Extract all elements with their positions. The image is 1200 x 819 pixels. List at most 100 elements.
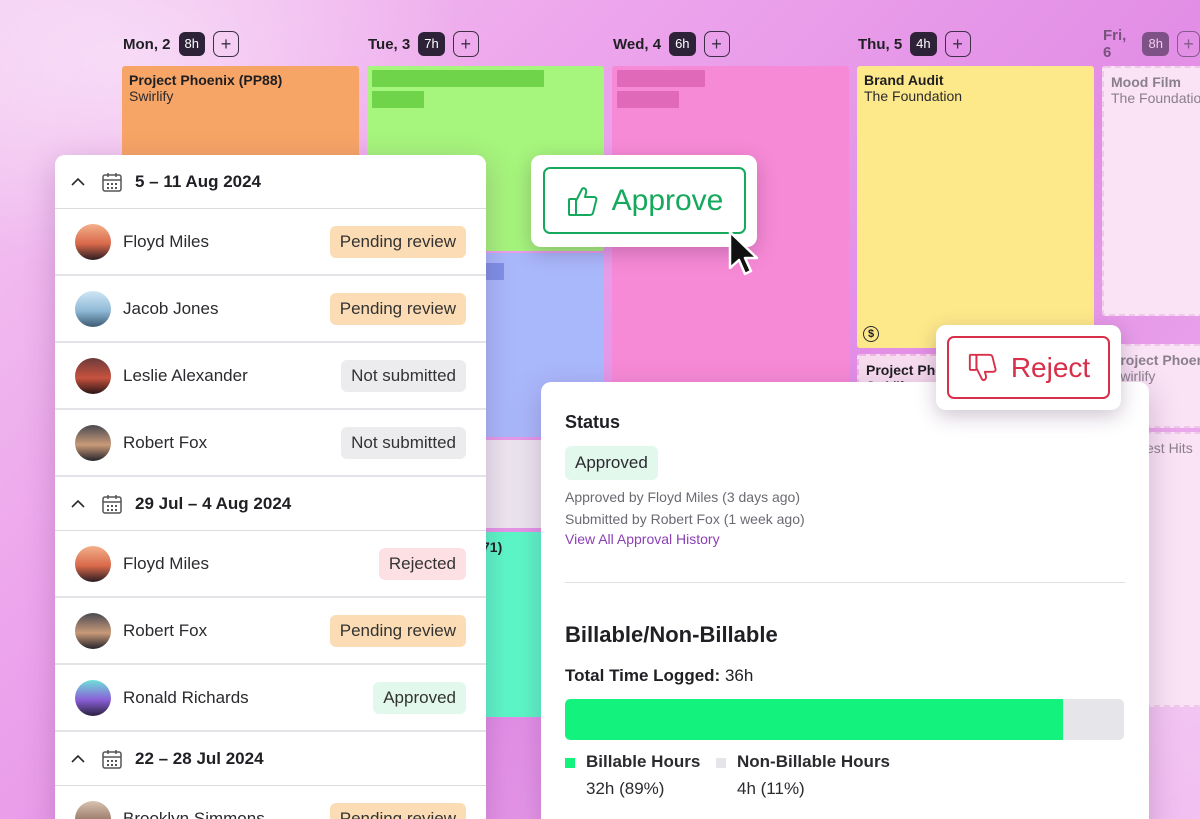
timesheet-row[interactable]: Brooklyn Simmons Pending review [55,786,486,819]
day-header-thu: Thu, 5 4h + [858,30,971,58]
redacted-title [617,70,705,87]
timesheet-row[interactable]: Jacob Jones Pending review [55,276,486,343]
status-badge: Approved [565,446,658,480]
status-panel: Status Approved Approved by Floyd Miles … [541,382,1149,819]
chevron-up-icon[interactable] [67,748,89,770]
legend-value: 4h (11%) [737,779,805,798]
time-block-mon[interactable]: Project Phoenix (PP88) Swirlify [122,66,359,166]
divider [565,582,1125,583]
timesheet-row[interactable]: Leslie Alexander Not submitted [55,343,486,410]
avatar [75,545,111,582]
status-badge: Pending review [329,802,466,819]
avatar [75,357,111,394]
approved-by-text: Approved by Floyd Miles (3 days ago) [565,489,800,505]
redacted-title [372,70,544,87]
approval-history-link[interactable]: View All Approval History [565,531,720,547]
avatar [75,290,111,327]
calendar-icon [101,493,123,515]
day-label: Tue, 3 [368,35,411,53]
billable-heading: Billable/Non-Billable [565,622,778,647]
block-project-title: Project Phoenix (PP88) [129,72,283,88]
approve-button[interactable]: Approve [543,167,746,234]
block-client: The Foundation [1111,90,1200,106]
day-header-fri: Fri, 6 8h + [1103,27,1200,61]
redacted-subtitle [372,91,424,108]
block-client: Swirlify [129,88,174,104]
week-group-header[interactable]: 29 Jul – 4 Aug 2024 [55,477,486,531]
add-entry-button[interactable]: + [1176,31,1200,57]
week-range-label: 5 – 11 Aug 2024 [135,171,262,191]
avatar [75,223,111,260]
legend-title: Billable Hours [586,752,701,771]
calendar-icon [101,171,123,193]
timesheet-row[interactable]: Floyd Miles Rejected [55,531,486,598]
timesheet-row[interactable]: Ronald Richards Approved [55,665,486,732]
block-client: The Foundation [864,88,963,104]
timesheet-approvals-panel: 5 – 11 Aug 2024 Floyd Miles Pending review… [55,155,486,819]
legend-title: Non-Billable Hours [737,752,891,771]
day-hours-badge: 7h [418,32,445,56]
day-label: Fri, 6 [1103,27,1127,61]
approve-label: Approve [611,183,724,217]
day-hours-badge: 8h [1142,32,1169,56]
chevron-up-icon[interactable] [67,171,89,193]
day-hours-badge: 8h [178,32,205,56]
thumbs-down-icon [968,353,997,381]
week-group-header[interactable]: 5 – 11 Aug 2024 [55,155,486,209]
avatar [75,800,111,819]
person-name: Ronald Richards [123,687,249,707]
day-label: Wed, 4 [613,35,662,53]
total-value: 36h [724,666,754,685]
time-block-thu[interactable]: Brand Audit The Foundation $ [857,66,1094,348]
chevron-up-icon[interactable] [67,493,89,515]
person-name: Floyd Miles [123,553,209,573]
person-name: Floyd Miles [123,231,209,251]
thumbs-up-icon [567,186,598,216]
status-badge: Not submitted [341,359,466,392]
status-badge: Pending review [329,225,466,258]
day-header-tue: Tue, 3 7h + [368,30,479,58]
person-name: Robert Fox [123,432,208,452]
week-group-header[interactable]: 22 – 28 Jul 2024 [55,732,486,786]
add-entry-button[interactable]: + [452,31,479,57]
block-project-title: Mood Film [1111,74,1181,90]
timesheet-row[interactable]: Robert Fox Pending review [55,598,486,665]
reject-button[interactable]: Reject [947,336,1110,399]
redacted-subtitle [617,91,679,108]
add-entry-button[interactable]: + [212,31,239,57]
avatar [75,612,111,649]
status-label: Status [565,412,621,432]
billable-progress-fill [565,699,1063,740]
reject-card: Reject [936,325,1121,410]
status-badge: Approved [373,681,466,714]
status-badge: Pending review [329,614,466,647]
day-header-mon: Mon, 2 8h + [123,30,239,58]
timesheet-row[interactable]: Robert Fox Not submitted [55,410,486,477]
submitted-by-text: Submitted by Robert Fox (1 week ago) [565,511,805,527]
legend-swatch [716,758,726,768]
total-time-logged: Total Time Logged: 36h [565,666,753,686]
timesheet-row[interactable]: Floyd Miles Pending review [55,209,486,276]
reject-label: Reject [1010,351,1091,383]
person-name: Leslie Alexander [123,365,248,385]
time-block-fri[interactable]: Mood Film The Foundation [1102,66,1200,316]
person-name: Robert Fox [123,620,208,640]
status-badge: Not submitted [341,426,466,459]
total-label: Total Time Logged: [565,666,721,685]
avatar [75,424,111,461]
add-entry-button[interactable]: + [703,31,730,57]
billable-dollar-icon: $ [863,326,879,342]
status-badge: Pending review [329,292,466,325]
day-hours-badge: 4h [910,32,937,56]
add-entry-button[interactable]: + [944,31,971,57]
approve-card: Approve [531,155,757,247]
week-range-label: 29 Jul – 4 Aug 2024 [135,493,292,513]
status-badge: Rejected [378,547,466,580]
day-hours-badge: 6h [669,32,696,56]
block-project-title: Project Phoenix (PP88) [1111,352,1200,368]
billable-progress-bar [565,699,1124,740]
legend-value: 32h (89%) [586,779,665,798]
week-range-label: 22 – 28 Jul 2024 [135,748,264,768]
day-label: Mon, 2 [123,35,171,53]
day-header-wed: Wed, 4 6h + [613,30,730,58]
